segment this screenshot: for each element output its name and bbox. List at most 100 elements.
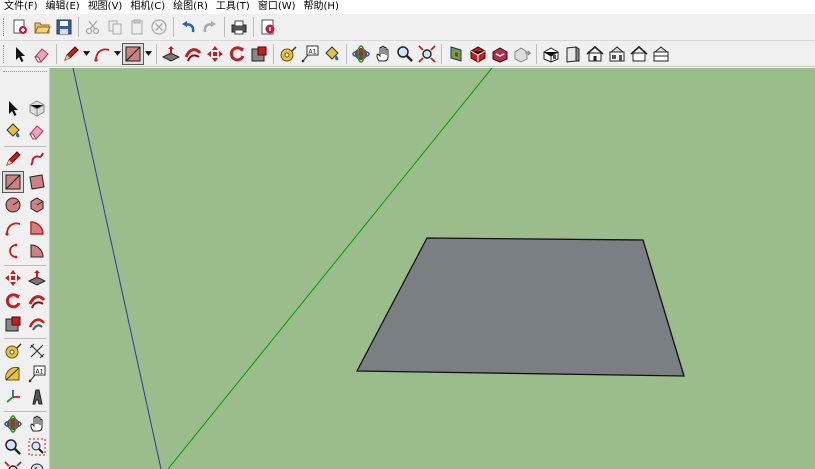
text-label-icon[interactable]: A1 [299, 43, 321, 65]
model-canvas[interactable] [50, 68, 815, 469]
rotate-icon[interactable] [2, 290, 24, 312]
paste-icon[interactable] [126, 16, 148, 38]
menu-edit[interactable]: 编辑(E) [42, 0, 84, 14]
scale-icon[interactable] [248, 43, 270, 65]
axes-icon[interactable] [2, 386, 24, 408]
menu-help[interactable]: 帮助(H) [300, 0, 343, 14]
toolbar-separator [4, 338, 46, 339]
menu-window[interactable]: 窗口(W) [254, 0, 300, 14]
new-icon[interactable] [9, 16, 31, 38]
follow-me-icon[interactable] [182, 43, 204, 65]
rotate-icon[interactable] [226, 43, 248, 65]
zoom-icon[interactable] [394, 43, 416, 65]
tool-row [2, 171, 48, 194]
model-info-icon[interactable] [257, 16, 279, 38]
select-icon[interactable] [9, 43, 31, 65]
right-view-icon[interactable] [606, 43, 628, 65]
3d-text-icon[interactable] [26, 386, 48, 408]
section-plane-icon[interactable] [445, 43, 467, 65]
arc-icon[interactable] [2, 217, 24, 239]
drawing-viewport[interactable] [50, 68, 815, 469]
menu-tools[interactable]: 工具(T) [212, 0, 254, 14]
arc-dropdown-icon[interactable] [113, 43, 122, 65]
push-pull-icon[interactable] [160, 43, 182, 65]
tool-row [2, 290, 48, 313]
arc-icon[interactable] [91, 43, 113, 65]
pencil-icon[interactable] [2, 148, 24, 170]
select-icon[interactable] [2, 97, 24, 119]
follow-me-icon[interactable] [26, 290, 48, 312]
copy-icon[interactable] [104, 16, 126, 38]
paint-bucket-icon[interactable] [2, 120, 24, 142]
tool-row [2, 267, 48, 290]
cut-icon[interactable] [82, 16, 104, 38]
zoom-window-icon[interactable] [26, 436, 48, 458]
menu-draw[interactable]: 绘图(R) [169, 0, 212, 14]
rotated-rectangle-icon[interactable] [26, 171, 48, 193]
toolbar-separator [441, 43, 442, 64]
tape-measure-icon[interactable] [2, 340, 24, 362]
offset-icon[interactable] [26, 313, 48, 335]
pencil-dropdown-icon[interactable] [82, 43, 91, 65]
move-icon[interactable] [204, 43, 226, 65]
eraser-icon[interactable] [26, 120, 48, 142]
undo-icon[interactable] [177, 16, 199, 38]
three-point-arc-icon[interactable] [2, 240, 24, 262]
rectangle-face[interactable] [355, 237, 685, 377]
zoom-extents-icon[interactable] [2, 459, 24, 469]
share-model-icon[interactable] [511, 43, 533, 65]
warehouse-icon[interactable] [489, 43, 511, 65]
tool-row [2, 459, 48, 469]
tape-measure-icon[interactable] [277, 43, 299, 65]
standard-toolbar [0, 14, 815, 41]
freehand-icon[interactable] [26, 148, 48, 170]
pie-icon[interactable] [26, 217, 48, 239]
scale-icon[interactable] [2, 313, 24, 335]
rectangle-dropdown-icon[interactable] [144, 43, 153, 65]
back-view-icon[interactable] [628, 43, 650, 65]
orbit-icon[interactable] [2, 413, 24, 435]
save-icon[interactable] [53, 16, 75, 38]
print-icon[interactable] [228, 16, 250, 38]
left-view-icon[interactable] [650, 43, 672, 65]
two-point-arc-icon[interactable] [26, 240, 48, 262]
front-view-icon[interactable] [584, 43, 606, 65]
move-icon[interactable] [2, 267, 24, 289]
eraser-icon[interactable] [31, 43, 53, 65]
pan-icon[interactable] [372, 43, 394, 65]
menu-file[interactable]: 文件(F) [0, 0, 42, 14]
text-label-icon[interactable]: A1 [26, 363, 48, 385]
pan-icon[interactable] [26, 413, 48, 435]
tool-row [2, 120, 48, 143]
push-pull-icon[interactable] [26, 267, 48, 289]
toolbar-separator [56, 43, 57, 64]
zoom-extents-icon[interactable] [416, 43, 438, 65]
iso-view-icon[interactable] [540, 43, 562, 65]
paint-bucket-icon[interactable] [321, 43, 343, 65]
make-component-icon[interactable] [26, 97, 48, 119]
top-view-icon[interactable] [562, 43, 584, 65]
toolbar-grip[interactable] [3, 18, 6, 36]
polygon-icon[interactable] [26, 194, 48, 216]
menu-view[interactable]: 视图(V) [84, 0, 127, 14]
open-icon[interactable] [31, 16, 53, 38]
components-icon[interactable] [467, 43, 489, 65]
rectangle-icon[interactable] [2, 171, 24, 193]
rectangle-icon[interactable] [122, 42, 144, 65]
protractor-icon[interactable] [2, 363, 24, 385]
zoom-icon[interactable] [2, 436, 24, 458]
tool-row [2, 97, 48, 120]
pencil-icon[interactable] [60, 43, 82, 65]
circle-icon[interactable] [2, 194, 24, 216]
delete-icon[interactable] [148, 16, 170, 38]
redo-icon[interactable] [199, 16, 221, 38]
orbit-icon[interactable] [350, 43, 372, 65]
toolbar-separator [4, 411, 46, 412]
toolbar-separator [156, 43, 157, 64]
previous-view-icon[interactable] [26, 459, 48, 469]
tool-row [2, 240, 48, 263]
toolbar-grip[interactable] [3, 71, 47, 75]
dimension-icon[interactable] [26, 340, 48, 362]
menu-camera[interactable]: 相机(C) [126, 0, 169, 14]
toolbar-grip[interactable] [3, 44, 6, 63]
